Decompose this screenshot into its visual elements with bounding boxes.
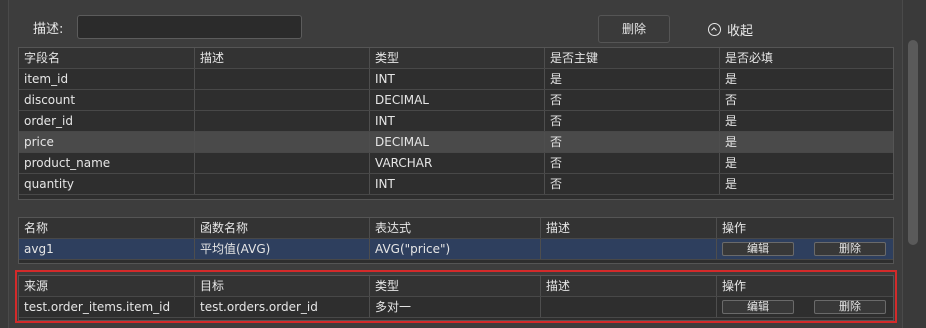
field-required-cell: 否 (725, 93, 738, 107)
description-label: 描述: (33, 22, 64, 37)
field-pk-cell: 否 (545, 111, 720, 131)
column-header[interactable]: 是否必填 (720, 48, 893, 68)
table-row[interactable]: avg1 平均值(AVG) AVG("price") 编辑 删除 (19, 239, 893, 260)
relation-source-cell: test.order_items.item_id (19, 297, 195, 317)
column-header[interactable]: 描述 (541, 218, 717, 238)
relation-actions-cell: 编辑 删除 (717, 297, 893, 317)
column-header[interactable]: 来源 (19, 276, 195, 296)
column-header[interactable]: 操作 (717, 276, 893, 296)
field-desc-cell (195, 90, 370, 110)
column-header[interactable]: 名称 (19, 218, 195, 238)
field-pk-cell: 是 (545, 69, 720, 89)
column-header[interactable]: 描述 (541, 276, 717, 296)
field-desc-cell (195, 132, 370, 152)
chevron-up-circle-icon (708, 23, 721, 36)
collapse-toggle[interactable]: 收起 (708, 20, 753, 39)
field-pk-cell: 否 (545, 132, 720, 152)
field-type-cell: DECIMAL (370, 90, 545, 110)
field-name-cell: item_id (19, 69, 195, 89)
field-type-cell: DECIMAL (370, 132, 545, 152)
column-header[interactable]: 操作 (717, 218, 893, 238)
field-desc-cell (195, 153, 370, 173)
column-header[interactable]: 是否主键 (545, 48, 720, 68)
delete-button[interactable]: 删除 (814, 242, 886, 256)
field-required-cell: 是 (725, 156, 738, 170)
field-required-cell: 是 (725, 114, 738, 128)
delete-button[interactable]: 删除 (598, 15, 670, 43)
table-row[interactable]: price DECIMAL 否 是 (19, 132, 893, 153)
field-required-cell: 是 (725, 177, 738, 191)
relation-type-cell: 多对一 (370, 297, 541, 317)
field-name-cell: order_id (19, 111, 195, 131)
column-header[interactable]: 表达式 (370, 218, 541, 238)
edit-button[interactable]: 编辑 (722, 242, 794, 256)
field-type-cell: INT (370, 111, 545, 131)
field-name-cell: discount (19, 90, 195, 110)
table-row[interactable]: order_id INT 否 是 (19, 111, 893, 132)
field-type-cell: INT (370, 69, 545, 89)
column-header[interactable]: 类型 (370, 48, 545, 68)
function-type-cell: 平均值(AVG) (195, 239, 370, 259)
field-pk-cell: 否 (545, 153, 720, 173)
column-header[interactable]: 描述 (195, 48, 370, 68)
relation-desc-cell (541, 297, 717, 317)
column-header[interactable]: 目标 (195, 276, 370, 296)
table-row[interactable]: product_name VARCHAR 否 是 (19, 153, 893, 174)
field-type-cell: INT (370, 174, 545, 194)
column-header[interactable]: 函数名称 (195, 218, 370, 238)
scrollbar-thumb[interactable] (908, 40, 918, 245)
table-row[interactable]: test.order_items.item_id test.orders.ord… (19, 297, 893, 318)
column-header[interactable]: 字段名 (19, 48, 195, 68)
functions-table-header: 名称 函数名称 表达式 描述 操作 (19, 218, 893, 239)
field-desc-cell (195, 69, 370, 89)
field-name-cell: product_name (19, 153, 195, 173)
field-name-cell: quantity (19, 174, 195, 194)
column-header[interactable]: 类型 (370, 276, 541, 296)
field-required-cell: 是 (725, 72, 738, 86)
relations-table-header: 来源 目标 类型 描述 操作 (19, 276, 893, 297)
field-required-cell: 是 (725, 135, 738, 149)
table-row[interactable]: discount DECIMAL 否 否 (19, 90, 893, 111)
relation-target-cell: test.orders.order_id (195, 297, 370, 317)
relations-table: 来源 目标 类型 描述 操作 test.order_items.item_id … (18, 275, 894, 321)
edit-button[interactable]: 编辑 (722, 300, 794, 314)
function-desc-cell (541, 239, 717, 259)
fields-table-header: 字段名 描述 类型 是否主键 是否必填 (19, 48, 893, 69)
function-expression-cell: AVG("price") (370, 239, 541, 259)
functions-table: 名称 函数名称 表达式 描述 操作 avg1 平均值(AVG) AVG("pri… (18, 217, 894, 264)
table-row[interactable]: item_id INT 是 是 (19, 69, 893, 90)
field-type-cell: VARCHAR (370, 153, 545, 173)
delete-button[interactable]: 删除 (814, 300, 886, 314)
function-actions-cell: 编辑 删除 (717, 239, 893, 259)
field-desc-cell (195, 111, 370, 131)
table-row[interactable]: quantity INT 否 是 (19, 174, 893, 195)
field-name-cell: price (19, 132, 195, 152)
description-input[interactable] (77, 15, 302, 39)
fields-table: 字段名 描述 类型 是否主键 是否必填 item_id INT 是 是 disc… (18, 47, 894, 200)
field-pk-cell: 否 (545, 174, 720, 194)
collapse-label: 收起 (727, 24, 754, 39)
function-name-cell: avg1 (19, 239, 195, 259)
field-desc-cell (195, 174, 370, 194)
field-pk-cell: 否 (545, 90, 720, 110)
